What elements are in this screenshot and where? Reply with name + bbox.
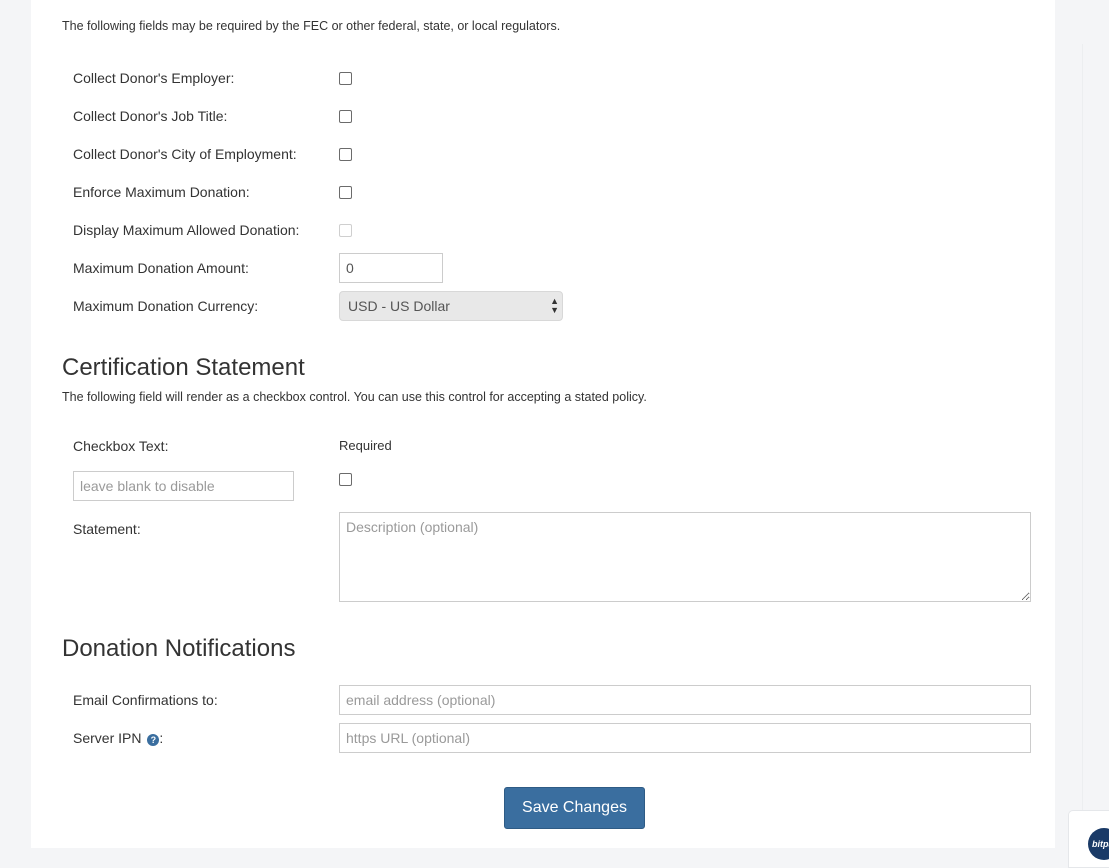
select-arrows-icon: ▲ ▼ [550, 296, 559, 315]
job-title-checkbox[interactable] [339, 110, 352, 123]
enforce-max-donation-checkbox[interactable] [339, 186, 352, 199]
currency-select[interactable]: USD - US Dollar ▲ ▼ [339, 291, 563, 321]
employer-label: Collect Donor's Employer: [73, 70, 235, 86]
certification-description: The following field will render as a che… [62, 390, 647, 404]
certification-title: Certification Statement [62, 354, 305, 381]
email-confirmations-label: Email Confirmations to: [73, 692, 218, 708]
city-of-employment-checkbox[interactable] [339, 148, 352, 161]
question-circle-icon[interactable]: ? [147, 734, 160, 746]
currency-select-value: USD - US Dollar [348, 298, 450, 314]
display-max-donation-label: Display Maximum Allowed Donation: [73, 222, 300, 238]
max-donation-amount-label: Maximum Donation Amount: [73, 260, 249, 276]
right-side-panel-edge [1082, 44, 1109, 810]
server-ipn-label-text: Server IPN [73, 730, 142, 746]
statement-label: Statement: [73, 521, 141, 537]
server-ipn-label: Server IPN ?: [73, 730, 163, 746]
email-confirmations-input[interactable] [339, 685, 1031, 715]
checkbox-text-label: Checkbox Text: [73, 438, 169, 454]
max-donation-currency-label: Maximum Donation Currency: [73, 298, 259, 314]
max-donation-amount-input[interactable] [339, 253, 443, 283]
display-max-donation-checkbox[interactable] [339, 224, 352, 237]
settings-panel [31, 0, 1055, 848]
statement-textarea[interactable] [339, 512, 1031, 602]
server-ipn-label-suffix: : [159, 730, 164, 746]
required-checkbox[interactable] [339, 473, 352, 486]
city-of-employment-label: Collect Donor's City of Employment: [73, 146, 297, 162]
save-changes-button[interactable]: Save Changes [504, 787, 645, 829]
checkbox-text-input[interactable] [73, 471, 294, 501]
employer-checkbox[interactable] [339, 72, 352, 85]
compliance-intro: The following fields may be required by … [62, 19, 561, 33]
server-ipn-input[interactable] [339, 723, 1031, 753]
notifications-title: Donation Notifications [62, 635, 296, 662]
job-title-label: Collect Donor's Job Title: [73, 108, 228, 124]
enforce-max-donation-label: Enforce Maximum Donation: [73, 184, 250, 200]
required-label: Required [339, 438, 392, 453]
